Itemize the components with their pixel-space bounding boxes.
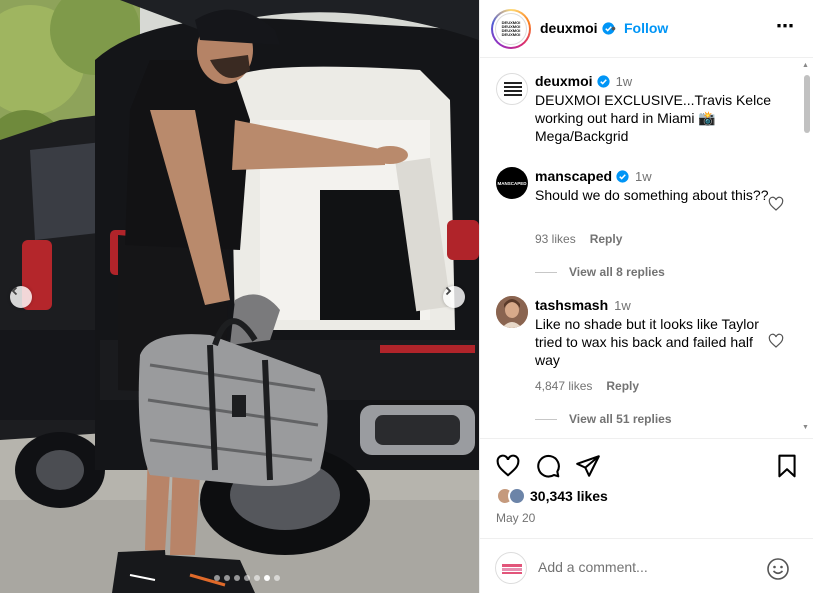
caption-body: deuxmoi 1w DEUXMOI EXCLUSIVE...Travis Kel… [535, 72, 775, 145]
comment-meta: 4,847 likes Reply [535, 379, 653, 393]
bookmark-icon[interactable] [774, 453, 800, 479]
deuxmoi-logo-icon [504, 82, 522, 96]
comment-avatar-text: MANSCAPED [497, 180, 527, 186]
comment-text: Should we do something about this?? [535, 187, 769, 203]
comment-time[interactable]: 1w [635, 169, 652, 184]
carousel-indicator [214, 575, 280, 581]
caption-username[interactable]: deuxmoi [535, 73, 593, 89]
reply-button[interactable]: Reply [590, 232, 623, 246]
post-date[interactable]: May 20 [496, 511, 535, 525]
scroll-up-arrow-icon[interactable]: ▲ [802, 62, 809, 69]
likes-summary[interactable]: 30,343 likes [496, 486, 608, 506]
current-user-avatar [495, 552, 527, 584]
caption-text: DEUXMOI EXCLUSIVE...Travis Kelce working… [535, 92, 771, 144]
comment-likes[interactable]: 4,847 likes [535, 379, 592, 393]
caption-time[interactable]: 1w [616, 74, 633, 89]
follow-button[interactable]: Follow [624, 20, 668, 36]
liker-avatar [508, 487, 526, 505]
chevron-right-icon [445, 286, 452, 296]
comment-time[interactable]: 1w [614, 298, 631, 313]
add-comment-bar [480, 538, 813, 593]
carousel-dot [274, 575, 280, 581]
verified-badge-icon [616, 170, 629, 183]
verified-badge-icon [596, 75, 610, 88]
carousel-dot [254, 575, 260, 581]
like-comment-heart-icon[interactable] [768, 196, 784, 212]
comment-likes[interactable]: 93 likes [535, 232, 576, 246]
carousel-dot [244, 575, 250, 581]
comments-list[interactable]: deuxmoi 1w DEUXMOI EXCLUSIVE...Travis Kel… [480, 59, 813, 437]
smiley-icon[interactable] [766, 557, 790, 581]
post-actions: 30,343 likes May 20 [480, 438, 813, 538]
view-replies-button[interactable]: View all 51 replies [535, 412, 672, 426]
carousel-dot [224, 575, 230, 581]
reply-button[interactable]: Reply [606, 379, 639, 393]
header-username-link[interactable]: deuxmoi [540, 20, 615, 36]
photo-illustration [0, 0, 479, 593]
likes-count[interactable]: 30,343 likes [530, 488, 608, 504]
more-options-button[interactable]: ⋯ [776, 16, 795, 37]
header-username[interactable]: deuxmoi [540, 20, 598, 36]
scroll-down-arrow-icon[interactable]: ▼ [802, 424, 809, 431]
post-side-panel: DEUXMOI DEUXMOI DEUXMOI DEUXMOI deuxmoi … [479, 0, 813, 593]
comment-icon[interactable] [535, 453, 561, 479]
carousel-dot [264, 575, 270, 581]
post-header: DEUXMOI DEUXMOI DEUXMOI DEUXMOI deuxmoi … [480, 0, 813, 58]
view-replies-button[interactable]: View all 8 replies [535, 265, 665, 279]
user-photo-icon [496, 296, 528, 328]
carousel-prev-button[interactable] [10, 286, 32, 308]
share-icon[interactable] [575, 453, 601, 479]
comment-username[interactable]: manscaped [535, 168, 612, 184]
scrollbar-thumb[interactable] [804, 75, 810, 133]
comment-avatar[interactable]: MANSCAPED [496, 167, 528, 199]
comment-body: manscaped 1w Should we do something about… [535, 167, 775, 204]
carousel-dot [214, 575, 220, 581]
post-photo[interactable] [0, 0, 479, 593]
carousel-dot [234, 575, 240, 581]
user-avatar-icon [502, 564, 522, 574]
carousel-next-button[interactable] [443, 286, 465, 308]
add-comment-input[interactable] [538, 559, 758, 575]
comment-text: Like no shade but it looks like Taylor t… [535, 316, 759, 368]
profile-avatar: DEUXMOI DEUXMOI DEUXMOI DEUXMOI [495, 13, 527, 45]
comment-meta: 93 likes Reply [535, 232, 636, 246]
story-ring[interactable]: DEUXMOI DEUXMOI DEUXMOI DEUXMOI [491, 9, 531, 49]
chevron-left-icon [11, 286, 18, 296]
comment-username[interactable]: tashsmash [535, 297, 608, 313]
header-separator: • [611, 20, 616, 36]
like-comment-heart-icon[interactable] [768, 333, 784, 349]
comment-body: tashsmash 1w Like no shade but it looks l… [535, 296, 775, 369]
heart-icon[interactable] [495, 453, 521, 479]
comment-avatar[interactable] [496, 296, 528, 328]
caption-avatar[interactable] [496, 73, 528, 105]
